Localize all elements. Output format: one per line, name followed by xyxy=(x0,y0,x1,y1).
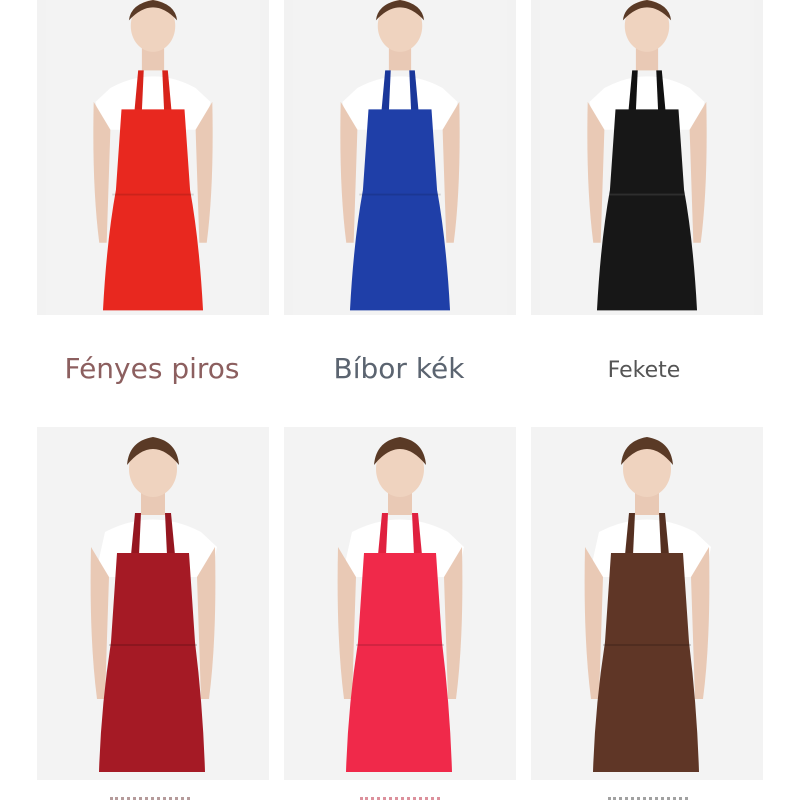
cropped-caption-brown xyxy=(608,790,688,800)
apron-body xyxy=(346,553,452,772)
caption-royal-blue: Bíbor kék xyxy=(333,352,465,385)
product-photo-brown-apron xyxy=(531,427,763,780)
apron-body xyxy=(99,553,205,772)
apron-body xyxy=(593,553,699,772)
cropped-caption-wine xyxy=(110,790,190,800)
product-photo-wine-apron xyxy=(37,427,269,780)
product-photo-pink-red-apron xyxy=(284,427,516,780)
brown-apron-illustration xyxy=(531,427,763,780)
cropped-caption-pink-red xyxy=(360,790,440,800)
caption-bright-red: Fényes piros xyxy=(64,352,240,385)
product-photo-black-apron xyxy=(531,0,763,315)
red-apron-illustration xyxy=(45,0,261,315)
pink-red-apron-illustration xyxy=(284,427,516,780)
black-apron-illustration xyxy=(539,0,755,315)
caption-black: Fekete xyxy=(607,358,681,383)
wine-apron-illustration xyxy=(37,427,269,780)
product-photo-blue-apron xyxy=(284,0,516,315)
blue-apron-illustration xyxy=(292,0,508,315)
product-photo-red-apron xyxy=(37,0,269,315)
